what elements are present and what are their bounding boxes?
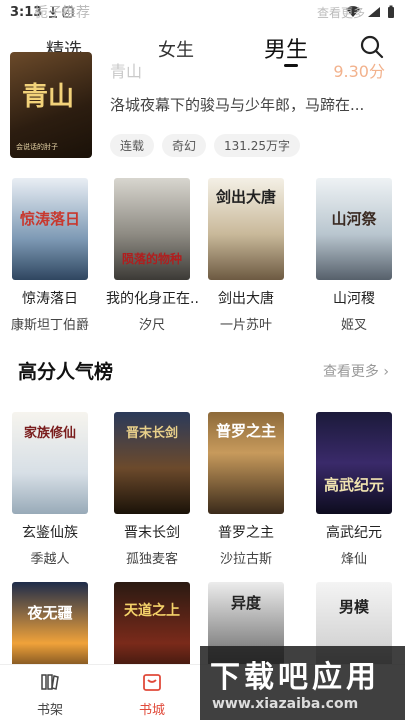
book-item[interactable]: 剑出大唐 剑出大唐 一片苏叶	[200, 178, 292, 333]
featured-cover-subtitle: 会说话的肘子	[16, 143, 58, 151]
book-cover[interactable]: 家族修仙	[12, 412, 88, 514]
book-title: 惊涛落日	[22, 291, 78, 307]
tag-word-count: 131.25万字	[214, 134, 301, 157]
book-title: 晋末长剑	[124, 525, 180, 541]
section-more-label: 查看更多	[322, 364, 379, 380]
featured-book-score: 9.30分	[333, 62, 385, 81]
book-author: 汐尺	[138, 318, 165, 333]
book-title: 普罗之主	[218, 525, 274, 541]
featured-cover-title: 青山	[22, 82, 75, 112]
book-cover-text: 家族修仙	[23, 426, 76, 441]
book-cover[interactable]: 晋末长剑	[114, 412, 190, 514]
faded-more-link: 查看更多	[316, 6, 365, 20]
tag-genre: 奇幻	[162, 134, 207, 157]
book-cover[interactable]: 陨落的物种	[114, 178, 190, 280]
book-author: 季越人	[30, 552, 70, 567]
book-author: 烽仙	[340, 552, 367, 567]
bookstore-icon	[143, 674, 161, 691]
signal-icon	[368, 7, 380, 17]
featured-book-cover[interactable]: 青山 会说话的肘子	[10, 52, 92, 158]
book-author: 姬叉	[340, 318, 367, 333]
nav-bookshelf[interactable]: 书架	[20, 671, 80, 718]
section-more-link[interactable]: 查看更多 ›	[323, 361, 389, 381]
featured-book-card[interactable]: 青山 会说话的肘子 青山 9.30分 洛城夜幕下的骏马与少年郎，马蹄在... 连…	[10, 52, 395, 162]
book-title: 山河稷	[333, 291, 375, 307]
book-item[interactable]: 山河祭 山河稷 姬叉	[308, 178, 400, 333]
book-cover[interactable]: 剑出大唐	[208, 178, 284, 280]
book-item[interactable]: 陨落的物种 我的化身正在... 汐尺	[106, 178, 198, 333]
book-cover-text: 晋末长剑	[125, 426, 178, 441]
faded-section-title: 栀子推荐	[34, 5, 90, 21]
book-cover-text: 异度	[230, 594, 261, 612]
featured-book-title: 青山	[110, 62, 143, 81]
book-author: 一片苏叶	[219, 318, 272, 333]
section-title: 高分人气榜	[18, 361, 114, 383]
book-cover-text: 剑出大唐	[215, 188, 276, 206]
book-item[interactable]: 高武纪元 高武纪元 烽仙	[308, 412, 400, 567]
book-cover-text: 天道之上	[124, 603, 180, 619]
book-cover-text: 普罗之主	[215, 422, 276, 440]
book-title: 玄鉴仙族	[22, 525, 78, 541]
book-cover-text: 男模	[338, 598, 369, 616]
book-title: 高武纪元	[326, 525, 382, 541]
nav-bookshelf-label: 书架	[36, 703, 63, 718]
book-cover[interactable]: 普罗之主	[208, 412, 284, 514]
book-item[interactable]: 晋末长剑 晋末长剑 孤独麦客	[106, 412, 198, 567]
book-cover-text: 陨落的物种	[121, 252, 182, 266]
nav-bookstore[interactable]: 书城	[122, 671, 182, 718]
nav-bookstore-label: 书城	[138, 703, 165, 718]
book-cover[interactable]: 山河祭	[316, 178, 392, 280]
watermark-text: 下载吧应用	[210, 660, 380, 695]
book-item[interactable]: 惊涛落日 惊涛落日 康斯坦丁伯爵	[4, 178, 96, 333]
book-cover-text: 高武纪元	[323, 476, 384, 494]
book-cover-text: 山河祭	[331, 210, 377, 228]
book-item[interactable]: 家族修仙 玄鉴仙族 季越人	[4, 412, 96, 567]
watermark: 下载吧应用 www.xiazaiba.com	[200, 646, 405, 720]
book-cover-text: 夜无疆	[27, 604, 73, 622]
book-author: 康斯坦丁伯爵	[10, 318, 89, 333]
book-item[interactable]: 普罗之主 普罗之主 沙拉古斯	[200, 412, 292, 567]
book-author: 孤独麦客	[125, 552, 178, 567]
tag-status: 连载	[110, 134, 155, 157]
featured-book-tags: 连载 奇幻 131.25万字	[110, 134, 301, 157]
book-title: 我的化身正在...	[106, 291, 198, 307]
book-title: 剑出大唐	[218, 291, 274, 307]
featured-book-description: 洛城夜幕下的骏马与少年郎，马蹄在...	[110, 96, 365, 114]
book-cover[interactable]: 高武纪元	[316, 412, 392, 514]
watermark-url: www.xiazaiba.com	[212, 696, 359, 712]
book-cover-text: 惊涛落日	[19, 210, 80, 228]
battery-icon	[388, 5, 394, 18]
chevron-right-icon: ›	[383, 364, 389, 380]
book-cover[interactable]: 惊涛落日	[12, 178, 88, 280]
book-author: 沙拉古斯	[219, 552, 272, 567]
bookshelf-icon	[41, 674, 59, 690]
